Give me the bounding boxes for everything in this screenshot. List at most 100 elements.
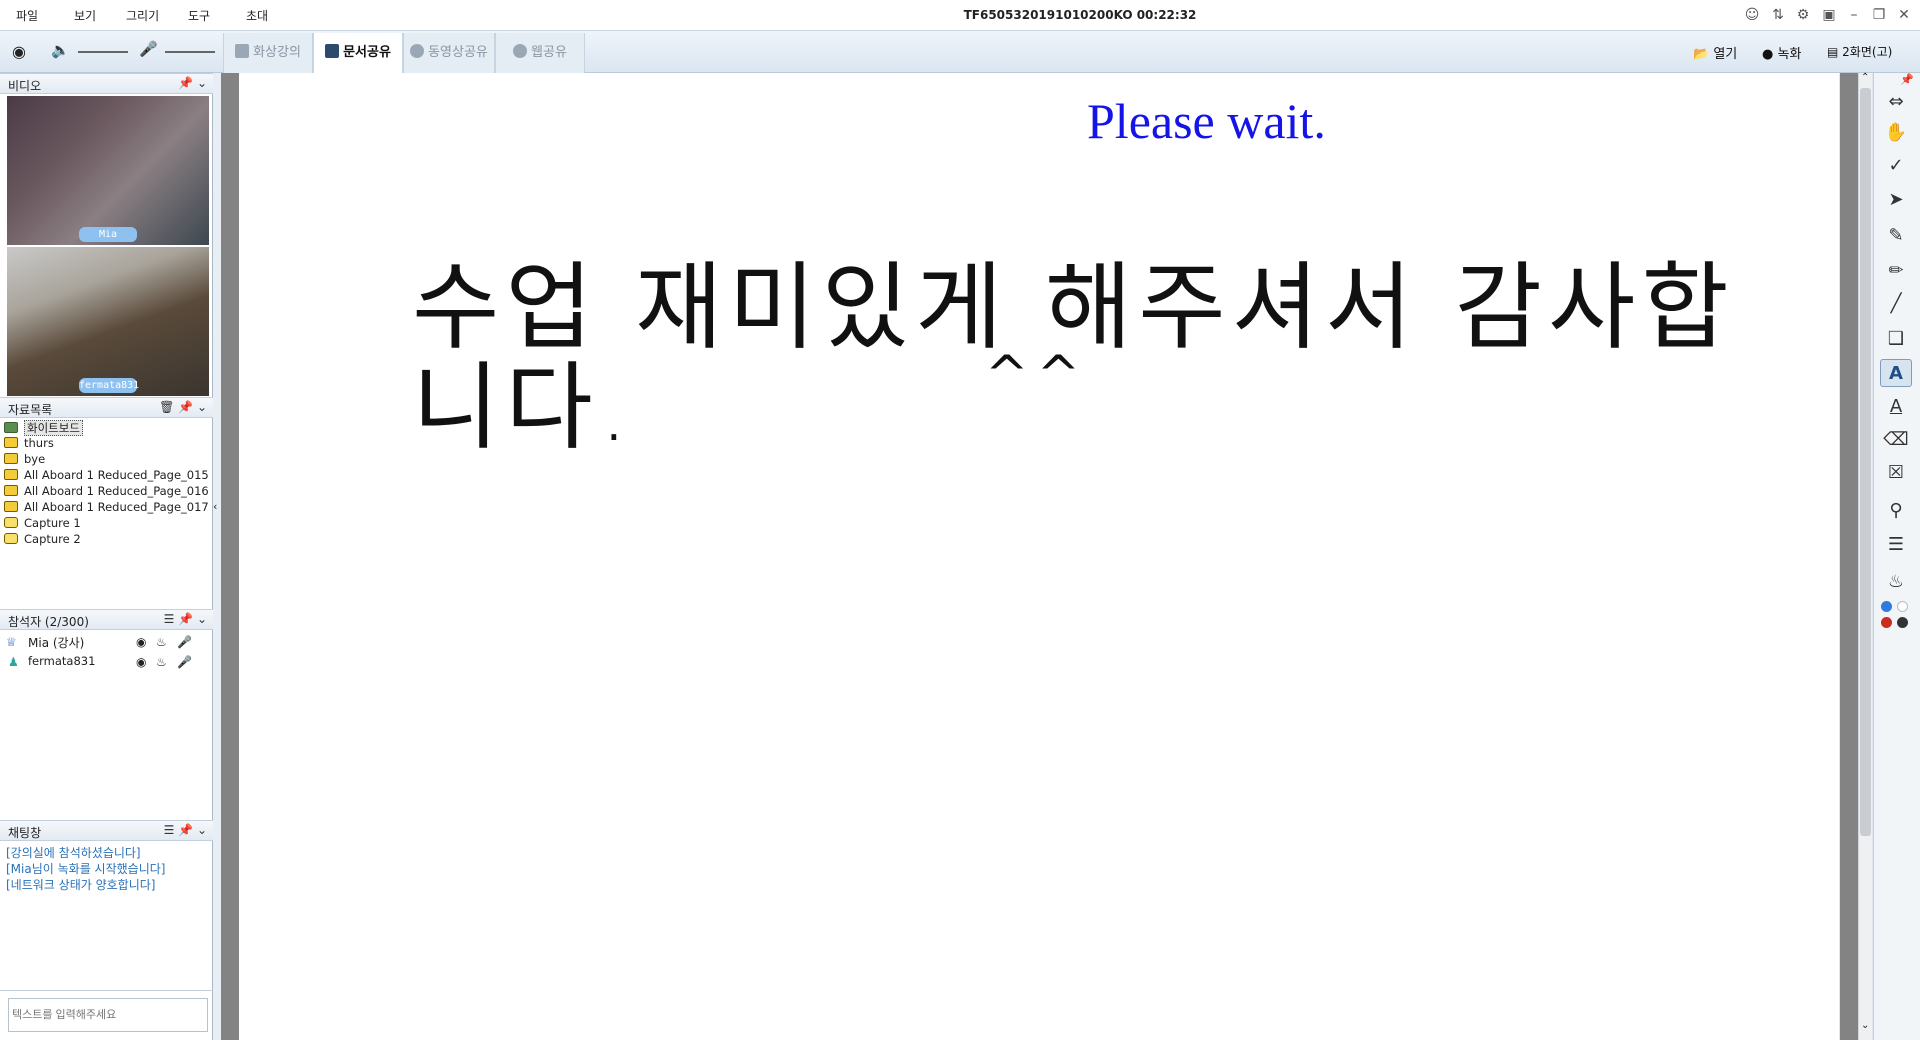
chat-message: [Mia님이 녹화를 시작했습니다] [6, 862, 166, 876]
divider [0, 990, 213, 991]
whiteboard[interactable] [239, 73, 1839, 1040]
minimize-icon[interactable]: – [1843, 5, 1865, 25]
document-icon [4, 485, 18, 496]
doc-label: bye [24, 452, 46, 466]
trash-icon[interactable]: 🗑 [159, 400, 174, 414]
chevron-down-icon[interactable]: ⌄ [197, 400, 207, 414]
doc-label: Capture 2 [24, 532, 81, 546]
tab-label: 웹공유 [531, 45, 567, 60]
video-feed-host[interactable]: Mia [7, 96, 209, 245]
fit-width-icon[interactable]: ⇔ [1880, 88, 1912, 116]
text-icon[interactable]: A [1880, 359, 1912, 387]
chat-panel-header: 채팅창 ☰ 📌 ⌄ [0, 820, 213, 841]
color-swatch-blue[interactable] [1881, 601, 1892, 612]
fullscreen-icon[interactable]: ▣ [1818, 5, 1840, 25]
open-button[interactable]: 📂 열기 [1693, 43, 1737, 62]
shape-icon[interactable]: ❑ [1880, 325, 1912, 353]
record-button[interactable]: ● 녹화 [1762, 43, 1801, 62]
transfer-icon[interactable]: ⇅ [1767, 5, 1789, 25]
pin-icon[interactable]: 📌 [178, 612, 193, 626]
palette-icon[interactable]: ♨ [156, 635, 167, 649]
panel-title: 채팅창 [8, 826, 42, 840]
highlighter-icon[interactable]: ✏ [1880, 257, 1912, 285]
chat-input[interactable] [8, 998, 208, 1032]
eraser-icon[interactable]: ⌫ [1880, 426, 1912, 454]
profile-icon[interactable]: ☺ [1741, 5, 1763, 25]
pen-icon[interactable]: ✎ [1880, 222, 1912, 250]
tab-document-share[interactable]: 문서공유 [313, 33, 403, 73]
text-box-icon[interactable]: A [1880, 393, 1912, 421]
tab-video-lecture[interactable]: 화상강의 [223, 33, 313, 73]
folder-icon: 📂 [1693, 47, 1710, 62]
document-icon [325, 44, 340, 58]
record-icon: ● [1762, 47, 1774, 62]
doc-item[interactable]: All Aboard 1 Reduced_Page_017 [4, 500, 209, 516]
pointer-icon[interactable]: ➤ [1880, 186, 1912, 214]
webcam-icon[interactable]: ◉ [136, 655, 146, 669]
video-panel-header: 비디오 📌 ⌄ [0, 73, 213, 94]
close-icon[interactable]: ✕ [1893, 5, 1915, 25]
panel-title: 참석자 (2/300) [8, 615, 89, 629]
doc-item[interactable]: All Aboard 1 Reduced_Page_015 [4, 468, 209, 484]
handwritten-text: 수업 재미있게 해주셔서 감사합니다. [412, 253, 1735, 463]
handwritten-caret-text: ^^ [985, 345, 1089, 405]
palette-icon[interactable]: ♨ [1880, 568, 1912, 596]
doc-item[interactable]: 화이트보드 [4, 420, 83, 436]
pin-icon[interactable]: 📌 [1900, 73, 1914, 86]
doc-label: All Aboard 1 Reduced_Page_016 [24, 484, 209, 498]
color-swatch-white[interactable] [1897, 601, 1908, 612]
scroll-up-icon[interactable]: ⌃ [1861, 72, 1869, 83]
chevron-down-icon[interactable]: ⌄ [197, 612, 207, 626]
pin-icon[interactable]: 📌 [178, 823, 193, 837]
palette-icon[interactable]: ♨ [156, 655, 167, 669]
video-feed-student[interactable]: fermata831 [7, 247, 209, 396]
panel-collapse-strip[interactable]: ‹ [213, 73, 221, 1040]
open-label: 열기 [1713, 47, 1738, 62]
webcam-icon[interactable]: ◉ [12, 42, 26, 61]
color-swatch-black[interactable] [1897, 617, 1908, 628]
crown-icon: ♕ [6, 635, 17, 649]
screen-mode-button[interactable]: ▤ 2화면(고) [1827, 43, 1892, 60]
mic-volume-slider[interactable] [165, 51, 215, 53]
doc-item[interactable]: Capture 2 [4, 532, 81, 548]
doc-label: thurs [24, 436, 54, 450]
speaker-icon[interactable]: 🔈 [51, 41, 70, 59]
doc-label: 화이트보드 [24, 420, 83, 436]
chevron-left-icon[interactable]: ‹ [213, 500, 217, 513]
pin-icon[interactable]: 📌 [178, 400, 193, 414]
doc-item[interactable]: bye [4, 452, 45, 468]
speaker-volume-slider[interactable] [78, 51, 128, 53]
capture-icon [4, 517, 18, 528]
globe-icon [513, 44, 528, 58]
tab-video-share[interactable]: 동영상공유 [403, 33, 495, 73]
doc-item[interactable]: thurs [4, 436, 54, 452]
title-bar: 파일 보기 그리기 도구 초대 TF6505320191010200KO 00:… [0, 0, 1920, 31]
list-menu-icon[interactable]: ☰ [164, 612, 175, 626]
maximize-icon[interactable]: ❐ [1868, 5, 1890, 25]
check-icon[interactable]: ✓ [1880, 152, 1912, 180]
webcam-icon[interactable]: ◉ [136, 635, 146, 649]
microphone-icon[interactable]: 🎤 [177, 655, 192, 669]
tab-web-share[interactable]: 웹공유 [495, 33, 585, 73]
scrollbar-thumb[interactable] [1860, 88, 1871, 836]
line-icon[interactable]: ╱ [1880, 290, 1912, 318]
whiteboard-header-text: Please wait. [1087, 93, 1326, 149]
doc-item[interactable]: Capture 1 [4, 516, 81, 532]
person-icon: ♟ [8, 655, 19, 669]
whiteboard-icon [4, 422, 18, 433]
zoom-icon[interactable]: ⚲ [1880, 497, 1912, 525]
screen-icon: ▤ [1827, 45, 1839, 59]
line-weight-icon[interactable]: ☰ [1880, 531, 1912, 559]
scroll-down-icon[interactable]: ⌄ [1861, 1020, 1869, 1031]
gear-icon[interactable]: ⚙ [1792, 5, 1814, 25]
color-swatch-red[interactable] [1881, 617, 1892, 628]
pin-icon[interactable]: 📌 [178, 76, 193, 90]
clear-eraser-icon[interactable]: ☒ [1880, 459, 1912, 487]
microphone-icon[interactable]: 🎤 [139, 40, 158, 58]
chevron-down-icon[interactable]: ⌄ [197, 823, 207, 837]
hand-icon[interactable]: ✋ [1880, 119, 1912, 147]
list-menu-icon[interactable]: ☰ [164, 823, 175, 837]
microphone-icon[interactable]: 🎤 [177, 635, 192, 649]
doc-item[interactable]: All Aboard 1 Reduced_Page_016 [4, 484, 209, 500]
chevron-down-icon[interactable]: ⌄ [197, 76, 207, 90]
